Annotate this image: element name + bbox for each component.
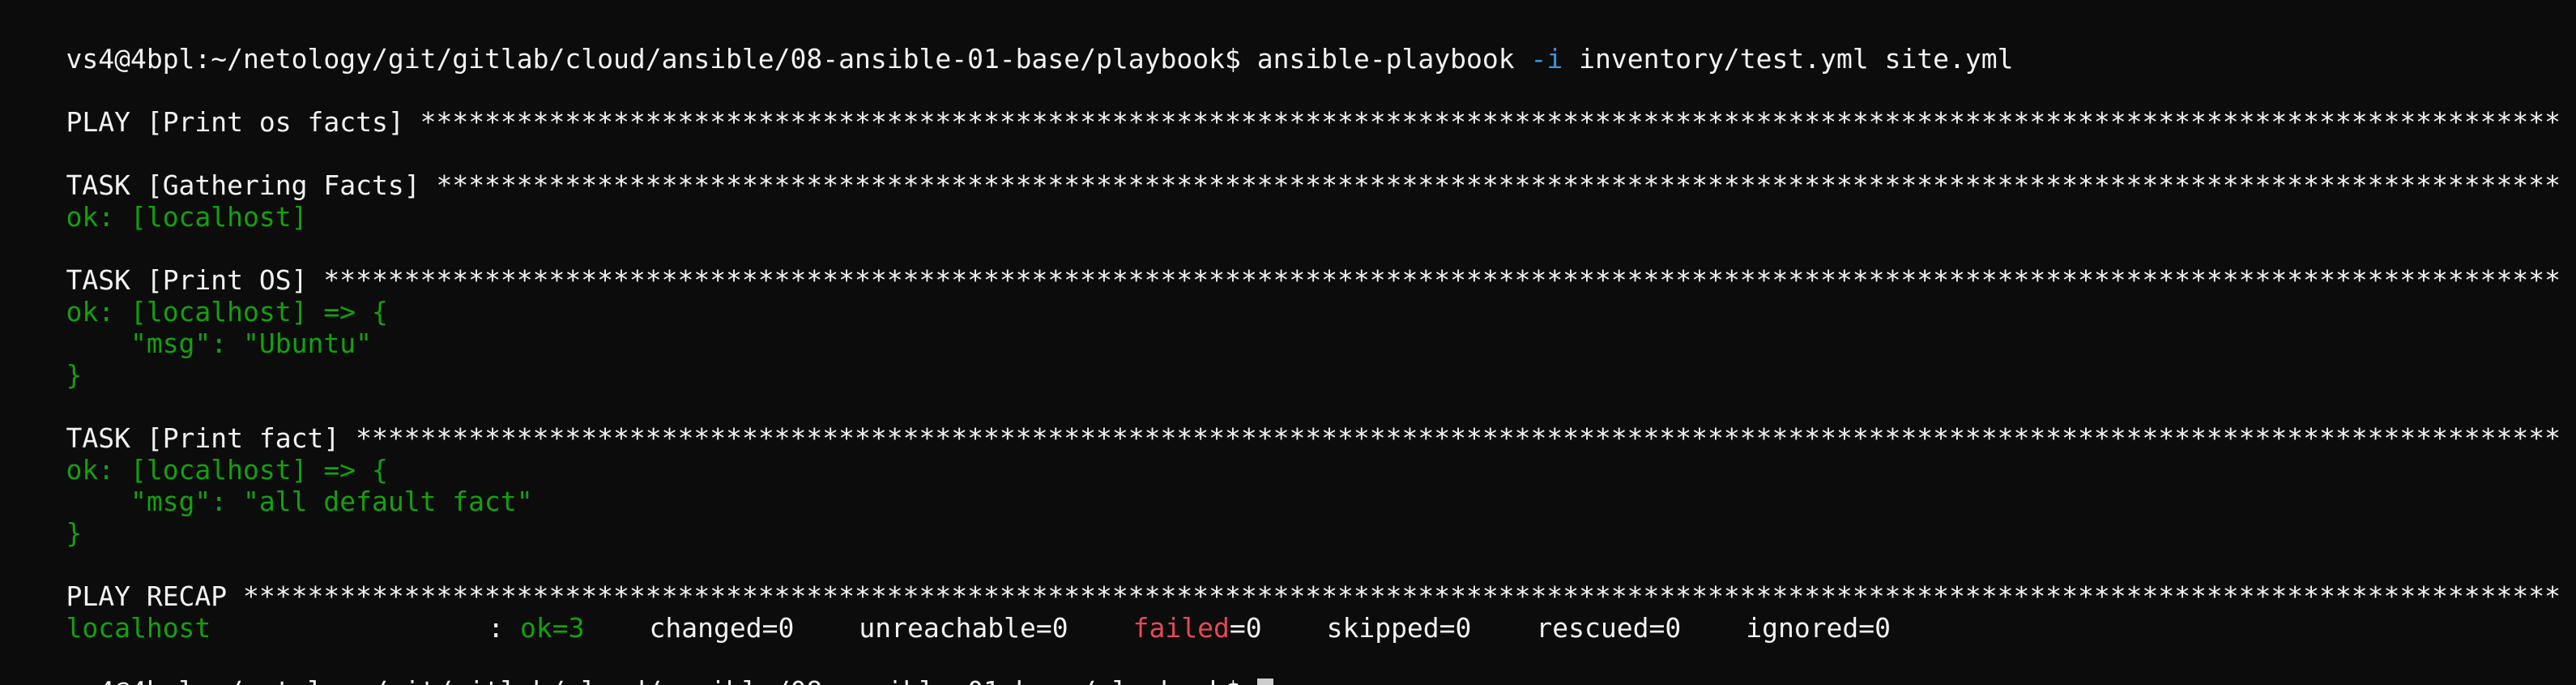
command-name: ansible-playbook	[1256, 43, 1515, 75]
recap-changed: changed=0	[649, 612, 795, 644]
recap-failed-value: =0	[1229, 612, 1262, 644]
recap-skipped: skipped=0	[1326, 612, 1472, 644]
task-close-line: }	[2, 486, 82, 549]
play-header-line: PLAY [Print os facts] ******************…	[2, 75, 2561, 138]
task-header-line: TASK [Print fact] **********************…	[2, 391, 2561, 454]
recap-colon: :	[488, 612, 505, 644]
prompt-path: vs4@4bpl:~/netology/git/gitlab/cloud/ans…	[66, 43, 1241, 75]
task-result-line: ok: [localhost] => {	[2, 422, 387, 486]
final-prompt-path: vs4@4bpl:~/netology/git/gitlab/cloud/ans…	[66, 675, 1240, 685]
recap-ignored: ignored=0	[1746, 612, 1891, 644]
task-msg-line: "msg": "Ubuntu"	[2, 296, 372, 359]
command-line: vs4@4bpl:~/netology/git/gitlab/cloud/ans…	[2, 11, 2013, 75]
task-msg: "msg": "Ubuntu"	[66, 328, 372, 359]
recap-ok: ok=3	[520, 612, 585, 644]
separator-stars: ****************************************…	[323, 264, 2561, 296]
task-msg-line: "msg": "all default fact"	[2, 454, 533, 517]
recap-host: localhost	[66, 612, 211, 644]
task-close-line: }	[2, 328, 82, 391]
command-flag: -i	[1530, 43, 1563, 75]
separator-stars: ****************************************…	[420, 106, 2561, 138]
task-msg: "msg": "all default fact"	[66, 486, 533, 517]
recap-failed-label: failed	[1132, 612, 1230, 644]
recap-line: localhost: ok=3 changed=0 unreachable=0 fai…	[2, 580, 1891, 644]
text-cursor[interactable]	[1256, 679, 1273, 685]
recap-rescued: rescued=0	[1536, 612, 1682, 644]
task-close-brace: }	[66, 359, 83, 391]
separator-stars: ****************************************…	[436, 169, 2561, 201]
task-result-line: ok: [localhost] => {	[2, 264, 387, 328]
task-result: ok: [localhost]	[66, 201, 308, 233]
recap-unreachable: unreachable=0	[859, 612, 1068, 644]
recap-header-line: PLAY RECAP *****************************…	[2, 549, 2561, 612]
task-result-line: ok: [localhost]	[2, 169, 307, 233]
final-prompt-line[interactable]: vs4@4bpl:~/netology/git/gitlab/cloud/ans…	[2, 644, 1273, 685]
play-header: PLAY [Print os facts]	[66, 106, 404, 138]
task-close-brace: }	[66, 517, 83, 549]
separator-stars: ****************************************…	[356, 422, 2561, 454]
terminal-window[interactable]: vs4@4bpl:~/netology/git/gitlab/cloud/ans…	[2, 0, 2574, 685]
command-args: inventory/test.yml site.yml	[1579, 43, 2014, 75]
task-header-line: TASK [Gathering Facts] *****************…	[2, 138, 2561, 201]
task-header-line: TASK [Print OS] ************************…	[2, 233, 2561, 296]
